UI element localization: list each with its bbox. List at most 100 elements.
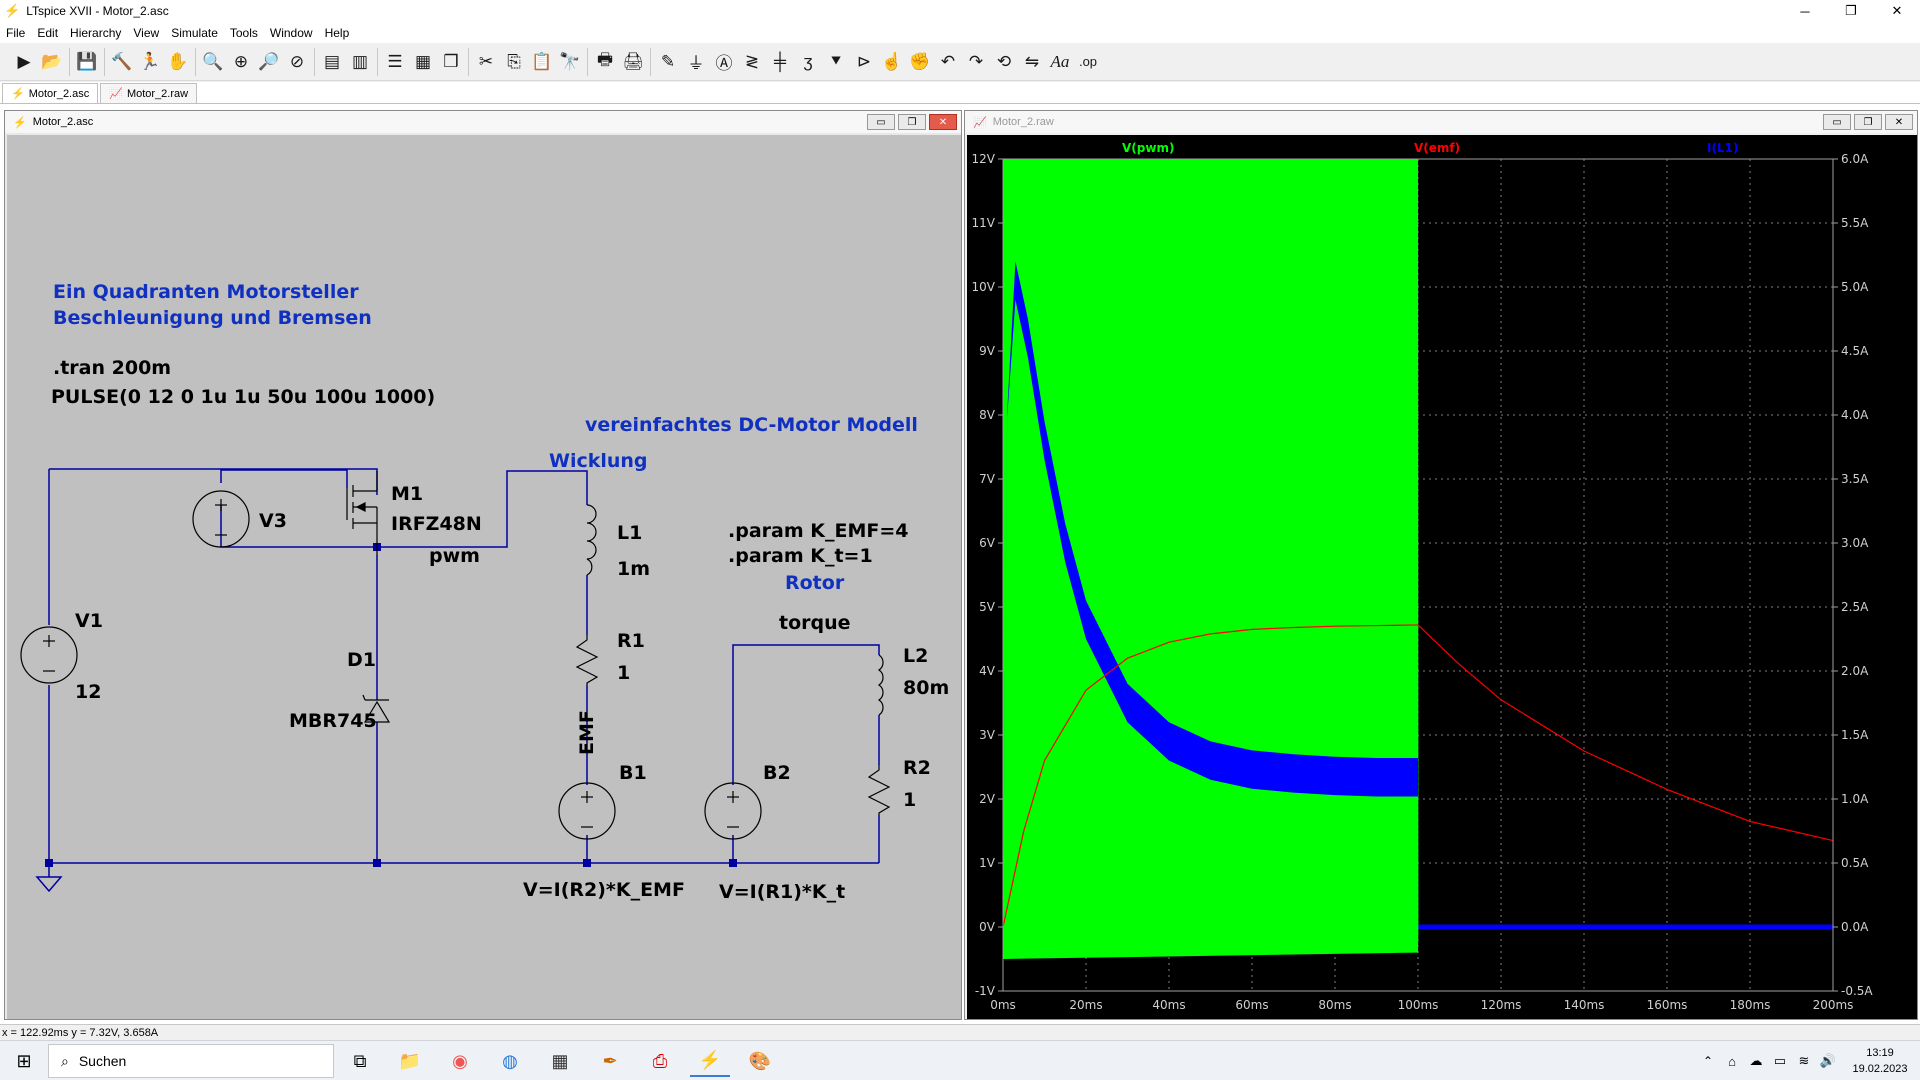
find-icon[interactable]: 🔭 [556, 48, 584, 76]
cascade-icon[interactable]: ❒ [437, 48, 465, 76]
tray-cloud-icon[interactable]: ☁ [1744, 1045, 1768, 1077]
task-view-icon[interactable]: ⧉ [340, 1045, 380, 1077]
print-icon[interactable]: 🖶 [591, 48, 619, 76]
r2-value[interactable]: 1 [903, 789, 916, 811]
child-maximize-button[interactable]: ❐ [1854, 114, 1882, 130]
autorange-icon[interactable]: ▤ [318, 48, 346, 76]
cut-icon[interactable]: ✂ [472, 48, 500, 76]
child-minimize-button[interactable]: ▭ [1823, 114, 1851, 130]
ltspice-taskbar-icon[interactable]: ⚡ [690, 1045, 730, 1077]
maximize-button[interactable]: ❐ [1828, 0, 1874, 22]
l2-label[interactable]: L2 [903, 645, 928, 667]
menu-edit[interactable]: Edit [31, 26, 64, 40]
pan-icon[interactable]: ⊕ [227, 48, 255, 76]
zoom-in-icon[interactable]: 🔍 [199, 48, 227, 76]
menu-hierarchy[interactable]: Hierarchy [64, 26, 127, 40]
label-net-icon[interactable]: Ⓐ [710, 48, 738, 76]
ground-icon[interactable]: ⏚ [682, 48, 710, 76]
paint-icon[interactable]: 🎨 [740, 1045, 780, 1077]
drag-icon[interactable]: ✊ [906, 48, 934, 76]
pulse-spec[interactable]: PULSE(0 12 0 1u 1u 50u 100u 1000) [51, 386, 435, 408]
r2-label[interactable]: R2 [903, 757, 931, 779]
b2-expression[interactable]: V=I(R1)*K_t [719, 881, 845, 903]
tray-wifi-icon[interactable]: ≋ [1792, 1045, 1816, 1077]
tab-motor-asc[interactable]: ⚡ Motor_2.asc [2, 83, 99, 103]
b2-label[interactable]: B2 [763, 762, 791, 784]
l1-inductor-symbol[interactable] [586, 504, 597, 576]
tray-network-icon[interactable]: ⌂ [1720, 1045, 1744, 1077]
firefox-icon[interactable]: ◉ [440, 1045, 480, 1077]
undo-icon[interactable]: ↶ [934, 48, 962, 76]
taskbar-search[interactable]: ⌕ Suchen [48, 1044, 334, 1078]
tray-chevron-icon[interactable]: ⌃ [1696, 1045, 1720, 1077]
net-label-pwm[interactable]: pwm [429, 545, 480, 567]
resistor-icon[interactable]: ≷ [738, 48, 766, 76]
d1-label[interactable]: D1 [347, 649, 376, 671]
redo-icon[interactable]: ↷ [962, 48, 990, 76]
close-button[interactable]: ✕ [1874, 0, 1920, 22]
mirror-icon[interactable]: ⇋ [1018, 48, 1046, 76]
minimize-button[interactable]: ─ [1782, 0, 1828, 22]
m1-label[interactable]: M1 [391, 483, 423, 505]
run-icon[interactable]: 🏃 [136, 48, 164, 76]
net-label-torque[interactable]: torque [779, 612, 851, 634]
text-icon[interactable]: Aa [1046, 48, 1074, 76]
pdf-reader-icon[interactable]: ⎙ [640, 1045, 680, 1077]
l1-value[interactable]: 1m [617, 558, 650, 580]
schematic-window-titlebar[interactable]: ⚡ Motor_2.asc [5, 111, 961, 133]
v1-value[interactable]: 12 [75, 681, 101, 703]
component-icon[interactable]: ⊳ [850, 48, 878, 76]
b1-expression[interactable]: V=I(R2)*K_EMF [523, 879, 685, 901]
menu-view[interactable]: View [127, 26, 165, 40]
save-icon[interactable]: 💾 [73, 48, 101, 76]
zoom-fit-icon[interactable]: ⊘ [283, 48, 311, 76]
move-icon[interactable]: ☝ [878, 48, 906, 76]
rotor-label[interactable]: Rotor [785, 572, 845, 594]
b1-label[interactable]: B1 [619, 762, 647, 784]
new-schematic-icon[interactable]: ▶ [10, 48, 38, 76]
l2-value[interactable]: 80m [903, 677, 949, 699]
control-panel-icon[interactable]: 🔨 [108, 48, 136, 76]
menu-window[interactable]: Window [264, 26, 319, 40]
paste-icon[interactable]: 📋 [528, 48, 556, 76]
halt-icon[interactable]: ✋ [164, 48, 192, 76]
child-minimize-button[interactable]: ▭ [867, 114, 895, 130]
r1-label[interactable]: R1 [617, 630, 645, 652]
tray-volume-icon[interactable]: 🔊 [1816, 1045, 1840, 1077]
v1-label[interactable]: V1 [75, 610, 103, 632]
thunderbird-icon[interactable]: ◍ [490, 1045, 530, 1077]
menu-help[interactable]: Help [319, 26, 356, 40]
zoom-out-icon[interactable]: 🔎 [255, 48, 283, 76]
legend-vemf[interactable]: V(emf) [1414, 141, 1460, 155]
r1-resistor-symbol[interactable] [575, 635, 599, 685]
b1-source-symbol[interactable] [558, 782, 616, 840]
open-folder-icon[interactable]: 📂 [38, 48, 66, 76]
schematic-canvas[interactable]: Ein Quadranten Motorsteller Beschleunigu… [7, 135, 961, 1019]
b2-source-symbol[interactable] [704, 782, 762, 840]
start-windows-icon[interactable]: ⊞ [4, 1045, 44, 1077]
menu-simulate[interactable]: Simulate [165, 26, 224, 40]
waveform-plot[interactable]: 0ms 20ms 40ms 60ms 80ms 100ms 120ms 140ms 160ms 1… [967, 135, 1917, 1019]
waveform-window-titlebar[interactable]: 📈 Motor_2.raw [965, 111, 1917, 133]
delete-trace-icon[interactable]: ▥ [346, 48, 374, 76]
spice-directive-icon[interactable]: .op [1074, 48, 1102, 76]
d1-part[interactable]: MBR745 [289, 710, 377, 732]
child-maximize-button[interactable]: ❐ [898, 114, 926, 130]
v1-source-symbol[interactable] [20, 626, 78, 684]
menu-tools[interactable]: Tools [224, 26, 264, 40]
net-label-emf[interactable]: EMF [576, 710, 598, 755]
param-kemf[interactable]: .param K_EMF=4 [728, 520, 908, 542]
drawing-app-icon[interactable]: ✒ [590, 1045, 630, 1077]
r2-resistor-symbol[interactable] [867, 765, 891, 815]
tile-vertical-icon[interactable]: ▦ [409, 48, 437, 76]
rotate-icon[interactable]: ⟲ [990, 48, 1018, 76]
m1-part[interactable]: IRFZ48N [391, 513, 482, 535]
wicklung-label[interactable]: Wicklung [549, 450, 648, 472]
tray-display-icon[interactable]: ▭ [1768, 1045, 1792, 1077]
tran-directive[interactable]: .tran 200m [53, 357, 171, 379]
tab-motor-raw[interactable]: 📈 Motor_2.raw [100, 83, 198, 103]
calculator-icon[interactable]: ▦ [540, 1045, 580, 1077]
v3-label[interactable]: V3 [259, 510, 287, 532]
param-kt[interactable]: .param K_t=1 [728, 545, 873, 567]
clock[interactable]: 13:19 19.02.2023 [1850, 1045, 1910, 1077]
